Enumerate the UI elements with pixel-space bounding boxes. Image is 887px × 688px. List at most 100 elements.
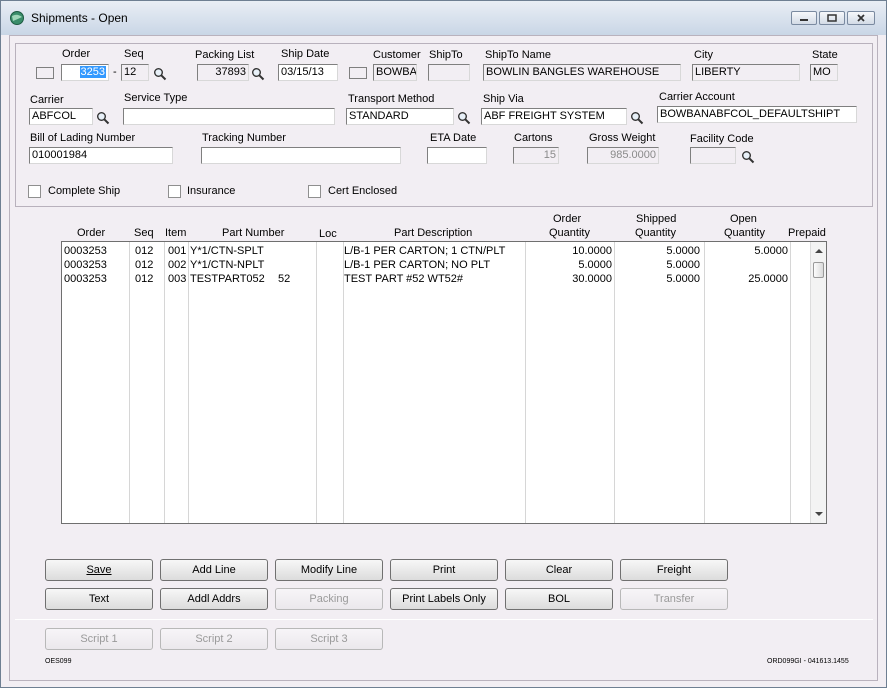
col-header-order-qty-line2[interactable]: Quantity <box>549 227 590 239</box>
add-line-button[interactable]: Add Line <box>160 559 268 581</box>
insurance-checkbox[interactable] <box>168 185 181 198</box>
cell-seq: 012 <box>135 273 154 285</box>
program-id: OES099 <box>45 658 72 665</box>
print-button[interactable]: Print <box>390 559 498 581</box>
maximize-button[interactable] <box>819 11 845 25</box>
tracking-number-field[interactable] <box>201 147 401 164</box>
transport-method-field[interactable]: STANDARD <box>346 108 454 125</box>
form-version-id: ORD099GI - 041613.1455 <box>767 658 849 665</box>
carrier-account-field[interactable]: BOWBANABFCOL_DEFAULTSHIPT <box>657 106 857 123</box>
cell-item: 002 <box>168 259 187 271</box>
packing-button[interactable]: Packing <box>275 588 383 610</box>
packing-list-field[interactable]: 37893 <box>197 64 249 81</box>
packing-list-lookup-icon[interactable] <box>251 67 265 81</box>
cell-shipped-qty: 5.0000 <box>666 273 700 285</box>
grid-vertical-scrollbar[interactable] <box>810 242 826 523</box>
transport-method-lookup-icon[interactable] <box>457 111 471 125</box>
scroll-down-icon[interactable] <box>814 510 824 518</box>
col-header-open-qty-line2[interactable]: Quantity <box>724 227 765 239</box>
col-header-loc[interactable]: Loc <box>319 228 337 240</box>
transfer-button[interactable]: Transfer <box>620 588 728 610</box>
scrollbar-thumb[interactable] <box>813 262 824 278</box>
col-header-seq[interactable]: Seq <box>134 227 154 239</box>
addl-addrs-button[interactable]: Addl Addrs <box>160 588 268 610</box>
col-header-order[interactable]: Order <box>77 227 105 239</box>
script-2-button[interactable]: Script 2 <box>160 628 268 650</box>
gross-weight-label: Gross Weight <box>589 132 656 144</box>
cell-part-description: TEST PART #52 WT52# <box>344 273 464 285</box>
table-row[interactable]: 0003253 012 001 Y*1/CTN-SPLT L/B-1 PER C… <box>62 245 810 259</box>
cell-shipped-qty: 5.0000 <box>666 245 700 257</box>
line-items-grid[interactable]: 0003253 012 001 Y*1/CTN-SPLT L/B-1 PER C… <box>61 241 827 524</box>
facility-code-lookup-icon[interactable] <box>741 150 755 164</box>
customer-flag-box[interactable] <box>349 67 367 79</box>
col-header-prepaid[interactable]: Prepaid <box>788 227 826 239</box>
seq-lookup-icon[interactable] <box>153 67 167 81</box>
city-field[interactable]: LIBERTY <box>692 64 800 81</box>
cell-order: 0003253 <box>64 245 107 257</box>
cell-open-qty: 25.0000 <box>748 273 788 285</box>
ship-via-field[interactable]: ABF FREIGHT SYSTEM <box>481 108 627 125</box>
order-flag-box[interactable] <box>36 67 54 79</box>
col-header-part-number[interactable]: Part Number <box>222 227 284 239</box>
bol-button[interactable]: BOL <box>505 588 613 610</box>
seq-label: Seq <box>124 48 144 60</box>
scroll-up-icon[interactable] <box>814 247 824 255</box>
customer-field[interactable]: BOWBAI <box>373 64 417 81</box>
service-type-label: Service Type <box>124 92 188 104</box>
state-field[interactable]: MO <box>810 64 838 81</box>
col-header-part-description[interactable]: Part Description <box>394 227 472 239</box>
order-field[interactable]: 3253 <box>61 64 109 81</box>
cell-open-qty: 5.0000 <box>754 245 788 257</box>
divider <box>15 619 873 620</box>
script-3-button[interactable]: Script 3 <box>275 628 383 650</box>
window-title: Shipments - Open <box>31 11 128 25</box>
shipto-name-field[interactable]: BOWLIN BANGLES WAREHOUSE <box>483 64 681 81</box>
close-button[interactable] <box>847 11 875 25</box>
maximize-icon <box>827 14 837 22</box>
col-header-item[interactable]: Item <box>165 227 186 239</box>
col-header-shipped-qty-line1[interactable]: Shipped <box>636 213 676 225</box>
col-header-order-qty-line1[interactable]: Order <box>553 213 581 225</box>
cell-shipped-qty: 5.0000 <box>666 259 700 271</box>
order-label: Order <box>62 48 91 60</box>
carrier-lookup-icon[interactable] <box>96 111 110 125</box>
cert-enclosed-checkbox[interactable] <box>308 185 321 198</box>
cartons-field: 15 <box>513 147 559 164</box>
shipto-field[interactable] <box>428 64 470 81</box>
table-row[interactable]: 0003253 012 003 TESTPART052 52 TEST PART… <box>62 273 810 287</box>
app-globe-icon <box>10 11 24 25</box>
clear-button[interactable]: Clear <box>505 559 613 581</box>
cell-item: 001 <box>168 245 187 257</box>
city-label: City <box>694 49 713 61</box>
table-row[interactable]: 0003253 012 002 Y*1/CTN-NPLT L/B-1 PER C… <box>62 259 810 273</box>
ship-via-lookup-icon[interactable] <box>630 111 644 125</box>
save-button[interactable]: Save <box>45 559 153 581</box>
shipto-name-label: ShipTo Name <box>485 49 552 61</box>
cell-part-number: TESTPART052 <box>190 273 265 285</box>
cell-order-qty: 10.0000 <box>572 245 612 257</box>
bol-number-field[interactable]: 010001984 <box>29 147 173 164</box>
facility-code-field[interactable] <box>690 147 736 164</box>
cell-order-qty: 30.0000 <box>572 273 612 285</box>
carrier-field[interactable]: ABFCOL <box>29 108 93 125</box>
col-header-open-qty-line1[interactable]: Open <box>730 213 757 225</box>
print-labels-only-button[interactable]: Print Labels Only <box>390 588 498 610</box>
seq-field[interactable]: 12 <box>121 64 149 81</box>
ship-via-label: Ship Via <box>483 93 524 105</box>
service-type-field[interactable] <box>123 108 335 125</box>
eta-date-field[interactable] <box>427 147 487 164</box>
complete-ship-checkbox[interactable] <box>28 185 41 198</box>
modify-line-button[interactable]: Modify Line <box>275 559 383 581</box>
cell-part-description: L/B-1 PER CARTON; 1 CTN/PLT <box>344 245 506 257</box>
eta-date-label: ETA Date <box>430 132 477 144</box>
ship-date-label: Ship Date <box>281 48 330 60</box>
minimize-icon <box>800 19 808 21</box>
script-1-button[interactable]: Script 1 <box>45 628 153 650</box>
cartons-label: Cartons <box>514 132 553 144</box>
freight-button[interactable]: Freight <box>620 559 728 581</box>
text-button[interactable]: Text <box>45 588 153 610</box>
minimize-button[interactable] <box>791 11 817 25</box>
ship-date-field[interactable]: 03/15/13 <box>278 64 338 81</box>
col-header-shipped-qty-line2[interactable]: Quantity <box>635 227 676 239</box>
